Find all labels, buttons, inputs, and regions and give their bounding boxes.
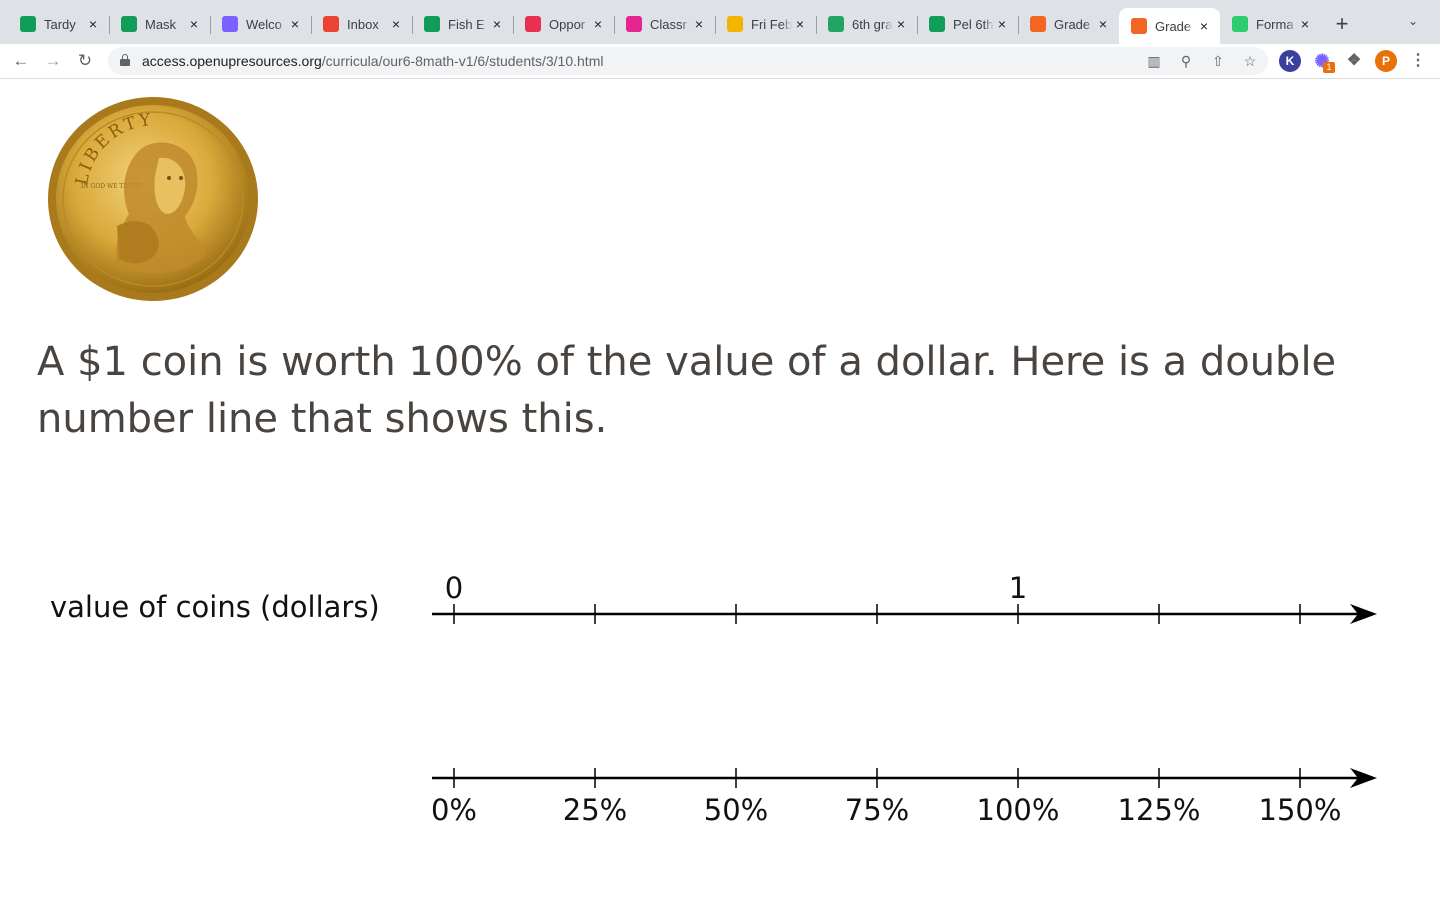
top-number-line: 01 xyxy=(432,571,1377,624)
browser-tab[interactable]: 6th gra × xyxy=(816,8,917,40)
browser-tab[interactable]: Welco × xyxy=(210,8,311,40)
google-sheets-icon xyxy=(20,16,36,32)
number-line-top-label: value of coins (dollars) xyxy=(50,590,380,624)
tab-strip: Tardy × Mask × Welco × Inbox × Fish E × Oppor × Clas… xyxy=(0,0,1440,44)
bottom-tick-label: 50% xyxy=(704,793,768,827)
tab-close-icon[interactable]: × xyxy=(186,16,202,32)
colorful-swirl-icon xyxy=(222,16,238,32)
top-tick-label: 0 xyxy=(445,571,463,605)
tab-title: Tardy xyxy=(44,16,76,32)
translate-icon[interactable]: ▥ xyxy=(1144,51,1164,71)
kebab-menu-icon[interactable]: ⋮ xyxy=(1407,50,1429,72)
browser-tab[interactable]: Forma × xyxy=(1220,8,1321,40)
browser-toolbar: ← → ↻ access.openupresources.org/curricu… xyxy=(0,44,1440,79)
tab-title: Classr xyxy=(650,16,687,32)
browser-tab[interactable]: Mask × xyxy=(109,8,210,40)
bookmark-star-icon[interactable]: ☆ xyxy=(1240,51,1260,71)
google-sheets-icon xyxy=(424,16,440,32)
tab-close-icon[interactable]: × xyxy=(1196,18,1212,34)
back-arrow-icon[interactable]: ← xyxy=(10,50,32,72)
tab-title: Grade xyxy=(1054,16,1091,32)
top-tick-label: 1 xyxy=(1009,571,1027,605)
tab-title: Mask xyxy=(145,16,177,32)
address-bar[interactable]: access.openupresources.org/curricula/our… xyxy=(108,47,1268,75)
url-text[interactable]: access.openupresources.org/curricula/our… xyxy=(142,53,603,69)
browser-tab[interactable]: Grade × xyxy=(1018,8,1119,40)
tab-title: Grade xyxy=(1155,18,1192,34)
extensions-puzzle-icon[interactable]: ❖ xyxy=(1343,50,1365,72)
browser-tab[interactable]: Pel 6th × xyxy=(917,8,1018,40)
browser-tab[interactable]: Grade × xyxy=(1119,8,1220,44)
tab-close-icon[interactable]: × xyxy=(691,16,707,32)
bottom-tick-label: 75% xyxy=(845,793,909,827)
tab-close-icon[interactable]: × xyxy=(388,16,404,32)
sacagawea-coin-image: LIBERTY IN GOD WE TRUST xyxy=(48,97,258,301)
url-path: /curricula/our6-8math-v1/6/students/3/10… xyxy=(321,53,604,69)
tab-close-icon[interactable]: × xyxy=(1297,16,1313,32)
tab-close-icon[interactable]: × xyxy=(994,16,1010,32)
url-domain: access.openupresources.org xyxy=(142,53,322,69)
tab-close-icon[interactable]: × xyxy=(287,16,303,32)
profile-avatar[interactable]: P xyxy=(1375,50,1397,72)
google-slides-icon xyxy=(727,16,743,32)
browser-tab[interactable]: Fish E × xyxy=(412,8,513,40)
bottom-tick-label: 150% xyxy=(1259,793,1342,827)
share-icon[interactable]: ⇧ xyxy=(1208,51,1228,71)
openup-icon xyxy=(1131,18,1147,34)
bottom-tick-label: 25% xyxy=(563,793,627,827)
tab-close-icon[interactable]: × xyxy=(792,16,808,32)
tab-title: Fish E xyxy=(448,16,485,32)
tab-close-icon[interactable]: × xyxy=(1095,16,1111,32)
extension-k-icon[interactable]: K xyxy=(1279,50,1301,72)
double-number-line: 01 0% 25% 50% 75% 100% 125% 150% xyxy=(431,571,1377,827)
tab-search-chevron-icon[interactable]: ⌄ xyxy=(1408,14,1418,28)
google-sheets-icon xyxy=(121,16,137,32)
google-drive-icon xyxy=(828,16,844,32)
forward-arrow-icon[interactable]: → xyxy=(42,50,64,72)
openup-icon xyxy=(1030,16,1046,32)
browser-tab[interactable]: Tardy × xyxy=(8,8,109,40)
tab-title: Fri Feb xyxy=(751,16,792,32)
tab-title: Pel 6th xyxy=(953,16,994,32)
extension-badge: 1 xyxy=(1323,62,1335,73)
tab-title: Oppor xyxy=(549,16,586,32)
formative-icon xyxy=(1232,16,1248,32)
tab-title: 6th gra xyxy=(852,16,893,32)
tab-close-icon[interactable]: × xyxy=(489,16,505,32)
browser-tab[interactable]: Fri Feb × xyxy=(715,8,816,40)
bottom-number-line: 0% 25% 50% 75% 100% 125% 150% xyxy=(431,768,1377,827)
pulse-heart-icon xyxy=(525,16,541,32)
google-sheets-icon xyxy=(929,16,945,32)
bottom-tick-label: 0% xyxy=(431,793,477,827)
tab-close-icon[interactable]: × xyxy=(85,16,101,32)
browser-tab[interactable]: Inbox × xyxy=(311,8,412,40)
tab-close-icon[interactable]: × xyxy=(590,16,606,32)
browser-tab[interactable]: Classr × xyxy=(614,8,715,40)
bottom-tick-label: 125% xyxy=(1118,793,1201,827)
gmail-icon xyxy=(323,16,339,32)
reload-icon[interactable]: ↻ xyxy=(74,50,96,72)
lock-icon[interactable] xyxy=(120,54,130,66)
classroom-icon xyxy=(626,16,642,32)
tab-title: Forma xyxy=(1256,16,1294,32)
new-tab-button[interactable]: + xyxy=(1330,12,1354,36)
zoom-icon[interactable]: ⚲ xyxy=(1176,51,1196,71)
tab-title: Welco xyxy=(246,16,282,32)
tab-close-icon[interactable]: × xyxy=(893,16,909,32)
tab-title: Inbox xyxy=(347,16,379,32)
browser-tab[interactable]: Oppor × xyxy=(513,8,614,40)
intro-paragraph: A $1 coin is worth 100% of the value of … xyxy=(37,339,1337,442)
bottom-tick-label: 100% xyxy=(977,793,1060,827)
